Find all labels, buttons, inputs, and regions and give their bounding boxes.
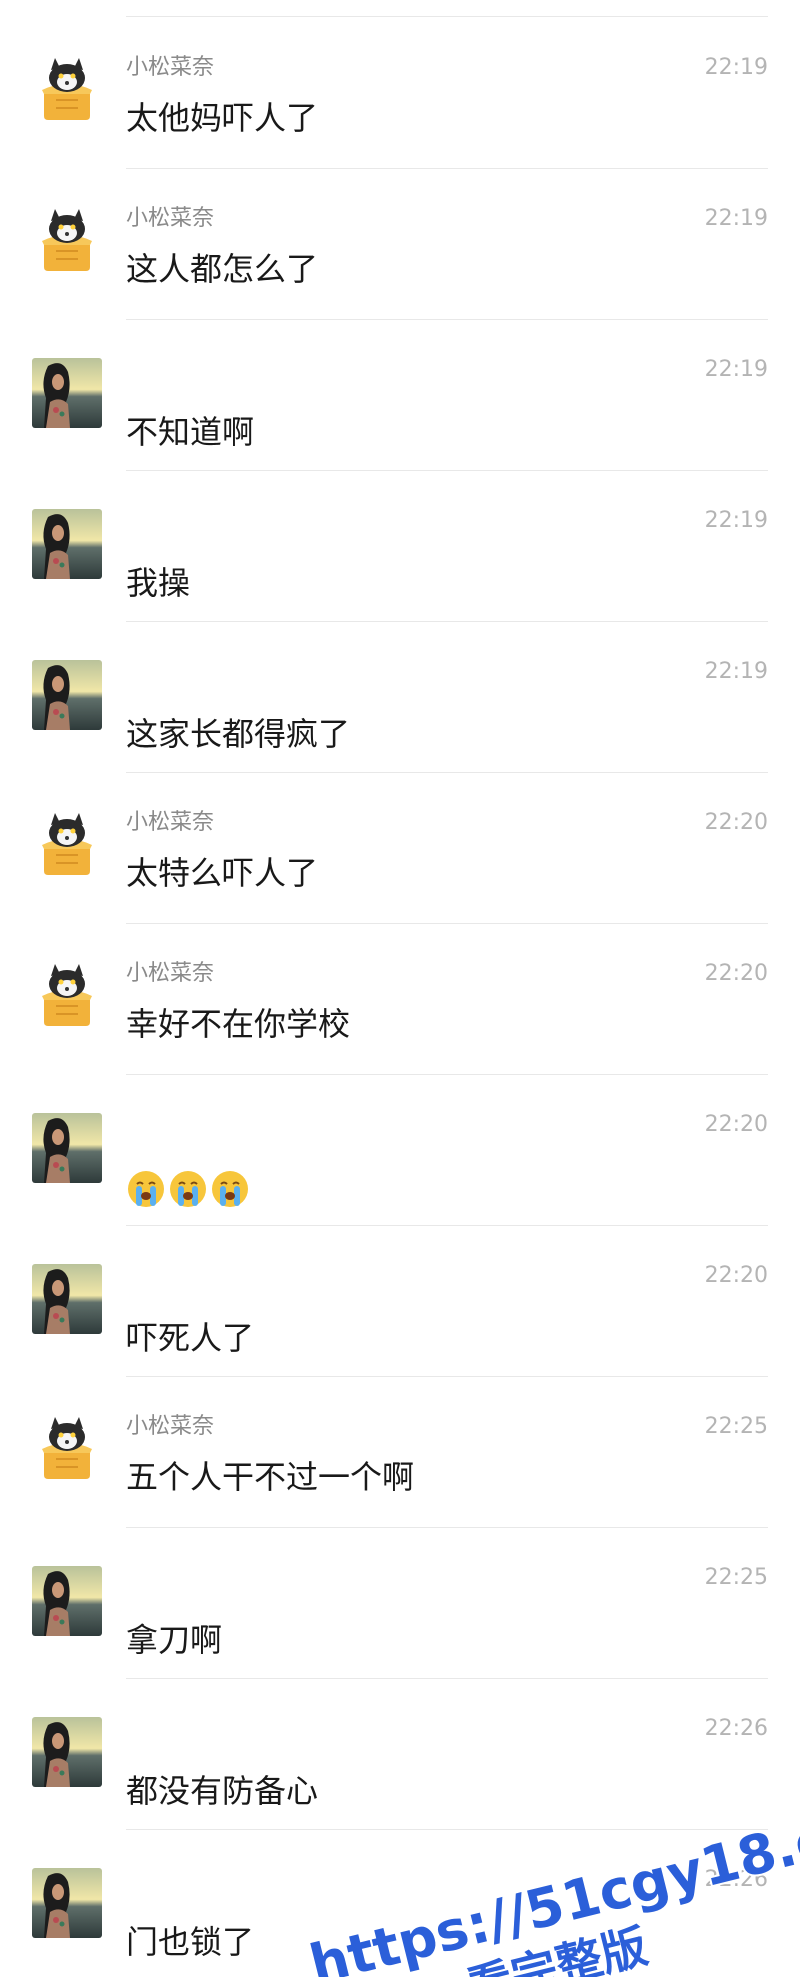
message-text: 我操: [126, 564, 191, 602]
message-time: 22:20: [704, 810, 768, 835]
girl-sunset-avatar[interactable]: [32, 1566, 102, 1636]
message-text: 太他妈吓人了: [126, 99, 319, 137]
message-time: 22:19: [704, 206, 768, 231]
chat-message[interactable]: 小松菜奈 22:19 太他妈吓人了: [0, 18, 800, 169]
sender-name: 小松菜奈: [126, 55, 215, 80]
girl-sunset-avatar[interactable]: [32, 660, 102, 730]
message-time: 22:19: [704, 357, 768, 382]
chat-message[interactable]: 22:19 这家长都得疯了: [0, 622, 800, 773]
message-text: 都没有防备心: [126, 1772, 319, 1810]
girl-sunset-avatar[interactable]: [32, 1717, 102, 1787]
crying-face-emoji: [212, 1171, 248, 1207]
message-text: 门也锁了: [126, 1923, 255, 1961]
girl-sunset-avatar[interactable]: [32, 1868, 102, 1938]
chat-message[interactable]: 22:26 门也锁了: [0, 1830, 800, 1981]
top-divider: [126, 16, 768, 17]
message-text: 太特么吓人了: [126, 854, 319, 892]
message-time: 22:26: [704, 1716, 768, 1741]
chat-message[interactable]: 小松菜奈 22:20 幸好不在你学校: [0, 924, 800, 1075]
message-time: 22:20: [704, 1112, 768, 1137]
crying-face-emoji: [170, 1171, 206, 1207]
chat-message[interactable]: 22:19 我操: [0, 471, 800, 622]
message-time: 22:19: [704, 508, 768, 533]
sender-name: 小松菜奈: [126, 961, 215, 986]
message-time: 22:20: [704, 1263, 768, 1288]
chat-message[interactable]: 22:25 拿刀啊: [0, 1528, 800, 1679]
message-time: 22:20: [704, 961, 768, 986]
cat-toast-avatar[interactable]: [32, 56, 102, 126]
message-text: 拿刀啊: [126, 1621, 223, 1659]
message-time: 22:19: [704, 659, 768, 684]
chat-message[interactable]: 小松菜奈 22:20 太特么吓人了: [0, 773, 800, 924]
message-text: 五个人干不过一个啊: [126, 1458, 415, 1496]
sender-name: 小松菜奈: [126, 206, 215, 231]
chat-message[interactable]: 小松菜奈 22:25 五个人干不过一个啊: [0, 1377, 800, 1528]
chat-message[interactable]: 22:26 都没有防备心: [0, 1679, 800, 1830]
crying-face-emoji: [128, 1171, 164, 1207]
message-time: 22:25: [704, 1414, 768, 1439]
chat-message[interactable]: 22:20: [0, 1075, 800, 1226]
sender-name: 小松菜奈: [126, 810, 215, 835]
cat-toast-avatar[interactable]: [32, 207, 102, 277]
girl-sunset-avatar[interactable]: [32, 1113, 102, 1183]
message-time: 22:19: [704, 55, 768, 80]
message-time: 22:26: [704, 1867, 768, 1892]
emoji-row: [126, 1169, 250, 1209]
message-text: 这家长都得疯了: [126, 715, 351, 753]
girl-sunset-avatar[interactable]: [32, 1264, 102, 1334]
girl-sunset-avatar[interactable]: [32, 358, 102, 428]
message-text: 幸好不在你学校: [126, 1005, 351, 1043]
chat-message[interactable]: 22:20 吓死人了: [0, 1226, 800, 1377]
message-text: 不知道啊: [126, 413, 255, 451]
message-text: 这人都怎么了: [126, 250, 319, 288]
chat-message[interactable]: 小松菜奈 22:19 这人都怎么了: [0, 169, 800, 320]
cat-toast-avatar[interactable]: [32, 962, 102, 1032]
cat-toast-avatar[interactable]: [32, 811, 102, 881]
message-time: 22:25: [704, 1565, 768, 1590]
sender-name: 小松菜奈: [126, 1414, 215, 1439]
chat-message[interactable]: 22:19 不知道啊: [0, 320, 800, 471]
girl-sunset-avatar[interactable]: [32, 509, 102, 579]
cat-toast-avatar[interactable]: [32, 1415, 102, 1485]
message-text: 吓死人了: [126, 1319, 255, 1357]
